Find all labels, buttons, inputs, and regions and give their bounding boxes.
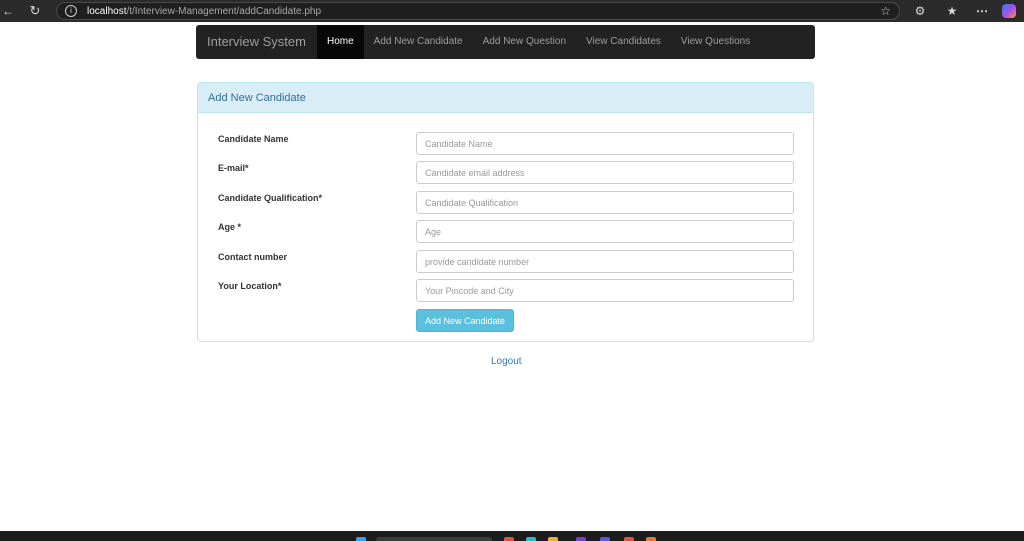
extensions-icon[interactable]: ⚙ (912, 0, 928, 22)
email-input[interactable] (416, 161, 794, 184)
navbar-brand[interactable]: Interview System (196, 25, 317, 59)
star-icon[interactable]: ☆ (880, 4, 891, 18)
add-new-candidate-button[interactable]: Add New Candidate (416, 309, 515, 332)
age-label: Age * (218, 222, 242, 232)
form-row-age: Age * (198, 220, 813, 244)
more-icon[interactable]: ⋯ (974, 0, 990, 22)
address-bar[interactable]: i localhost/t/Interview-Management/addCa… (56, 2, 900, 20)
age-input[interactable] (416, 220, 794, 243)
nav-item-home[interactable]: Home (316, 25, 364, 59)
os-taskbar (0, 531, 1024, 541)
favorites-icon[interactable]: ★ (944, 0, 960, 22)
form-row-candidate-name: Candidate Name (198, 132, 813, 156)
contact-number-input[interactable] (416, 250, 794, 273)
form-row-location: Your Location* (198, 279, 813, 303)
panel-heading: Add New Candidate (198, 83, 813, 113)
location-label: Your Location* (218, 281, 282, 291)
location-input[interactable] (416, 279, 794, 302)
taskbar-search[interactable] (376, 537, 492, 541)
add-candidate-panel: Add New Candidate Candidate Name E-mail*… (197, 82, 814, 342)
copilot-icon[interactable] (1002, 4, 1016, 18)
taskbar-app-icon[interactable] (624, 537, 634, 541)
qualification-label: Candidate Qualification* (218, 193, 323, 203)
refresh-icon[interactable]: ↻ (26, 0, 44, 22)
form-row-qualification: Candidate Qualification* (198, 191, 813, 215)
qualification-input[interactable] (416, 191, 794, 214)
taskbar-app-icon[interactable] (504, 537, 514, 541)
info-icon[interactable]: i (65, 5, 77, 17)
form-row-contact-number: Contact number (198, 250, 813, 274)
nav-item-add-new-candidate[interactable]: Add New Candidate (364, 25, 473, 59)
nav-item-view-questions[interactable]: View Questions (671, 25, 760, 59)
start-icon[interactable] (356, 537, 366, 541)
candidate-name-label: Candidate Name (218, 134, 289, 144)
email-label: E-mail* (218, 163, 249, 173)
logout-link[interactable]: Logout (491, 356, 522, 367)
taskbar-app-icon[interactable] (576, 537, 586, 541)
taskbar-app-icon[interactable] (600, 537, 610, 541)
folder-icon[interactable] (548, 537, 558, 541)
candidate-name-input[interactable] (416, 132, 794, 155)
url-path: /t/Interview-Management/addCandidate.php (126, 5, 322, 17)
back-icon[interactable]: ← (0, 0, 16, 22)
url-host: localhost (87, 5, 127, 17)
contact-number-label: Contact number (218, 252, 288, 262)
nav-item-add-new-question[interactable]: Add New Question (473, 25, 576, 59)
navbar: Interview System Home Add New Candidate … (196, 25, 815, 59)
taskbar-app-icon[interactable] (646, 537, 656, 541)
taskbar-app-icon[interactable] (526, 537, 536, 541)
nav-item-view-candidates[interactable]: View Candidates (576, 25, 671, 59)
form-row-email: E-mail* (198, 161, 813, 185)
browser-toolbar: ← ↻ i localhost/t/Interview-Management/a… (0, 0, 1024, 22)
